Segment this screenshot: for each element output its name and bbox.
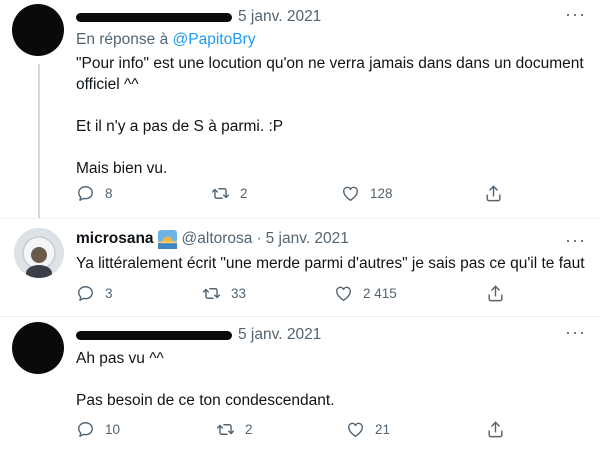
retweet-count: 2 [240,186,248,201]
reply-to-prefix: En réponse à [76,31,169,48]
avatar-microsana[interactable] [14,228,64,278]
tweet-actions: 10 2 21 [76,420,506,444]
like-button[interactable]: 21 [346,420,390,439]
share-icon [486,185,501,202]
share-button[interactable] [486,284,515,303]
tweet-actions: 3 33 2 415 [76,284,506,308]
heart-icon [343,186,358,201]
reply-count: 3 [105,286,113,301]
retweet-button[interactable]: 2 [211,184,248,203]
tweet-header: 5 janv. 2021 [76,324,321,346]
reply-count: 10 [105,422,121,437]
reply-count: 8 [105,186,113,201]
like-button[interactable]: 2 415 [334,284,397,303]
like-count: 2 415 [363,286,397,301]
thread-line [38,64,40,218]
redacted-author-scribble [76,330,232,340]
tweet-text-line: Ah pas vu ^^ [76,350,164,367]
reply-button[interactable]: 3 [76,284,113,303]
share-button[interactable] [486,420,515,439]
share-icon [488,421,503,438]
author-name[interactable]: microsana [76,230,154,248]
share-icon [488,285,503,302]
retweet-count: 2 [245,422,253,437]
tweet-actions: 8 2 128 [76,184,506,208]
tweet-text-line: Et il n'y a pas de S à parmi. :P [76,118,284,135]
tweet-body: "Pour info" est une locution qu'on ne ve… [76,53,596,179]
tweet-header: microsana @altorosa · 5 janv. 2021 [76,228,349,250]
reply-icon [78,422,93,437]
tweet-date[interactable]: 5 janv. 2021 [238,326,321,344]
heart-icon [348,422,363,437]
tweet-text-line: "Pour info" est une locution qu'on ne ve… [76,55,584,93]
tweet-body: Ah pas vu ^^ Pas besoin de ce ton condes… [76,348,596,411]
retweet-button[interactable]: 33 [202,284,246,303]
more-options-icon[interactable]: ··· [565,4,586,25]
redacted-author-scribble [76,12,232,22]
reply-icon [78,286,93,301]
tweet-3[interactable]: 5 janv. 2021 ··· Ah pas vu ^^ Pas besoin… [0,316,600,455]
reply-button[interactable]: 8 [76,184,113,203]
retweet-icon [202,288,221,299]
share-button[interactable] [484,184,513,203]
more-options-icon[interactable]: ··· [565,322,586,343]
tweet-text-line: Mais bien vu. [76,160,168,177]
reply-button[interactable]: 10 [76,420,120,439]
avatar-redacted[interactable] [12,4,64,56]
retweet-count: 33 [231,286,247,301]
avatar-redacted[interactable] [12,322,64,374]
retweet-button[interactable]: 2 [216,420,253,439]
tweet-text-line: Pas besoin de ce ton condescendant. [76,392,335,409]
retweet-icon [216,424,235,435]
reply-to-line: En réponse à @PapitoBry [76,31,255,49]
tweet-header: 5 janv. 2021 [76,6,321,28]
reply-icon [78,186,93,201]
sunrise-icon [157,229,177,249]
tweet-1[interactable]: 5 janv. 2021 ··· En réponse à @PapitoBry… [0,0,600,218]
more-options-icon[interactable]: ··· [565,230,586,251]
separator-dot: · [256,230,262,247]
tweet-date[interactable]: 5 janv. 2021 [238,8,321,26]
tweet-date[interactable]: 5 janv. 2021 [266,230,349,248]
like-count: 128 [370,186,393,201]
like-count: 21 [375,422,391,437]
tweet-body: Ya littéralement écrit "une merde parmi … [76,253,596,274]
avatar-microsana-image [14,228,64,278]
like-button[interactable]: 128 [341,184,393,203]
retweet-icon [211,188,230,199]
author-handle[interactable]: @altorosa [182,230,253,248]
heart-icon [336,286,351,301]
reply-to-mention[interactable]: @PapitoBry [173,31,256,48]
tweet-text-line: Ya littéralement écrit "une merde parmi … [76,255,585,272]
tweet-2[interactable]: microsana @altorosa · 5 janv. 2021 ··· Y… [0,218,600,316]
